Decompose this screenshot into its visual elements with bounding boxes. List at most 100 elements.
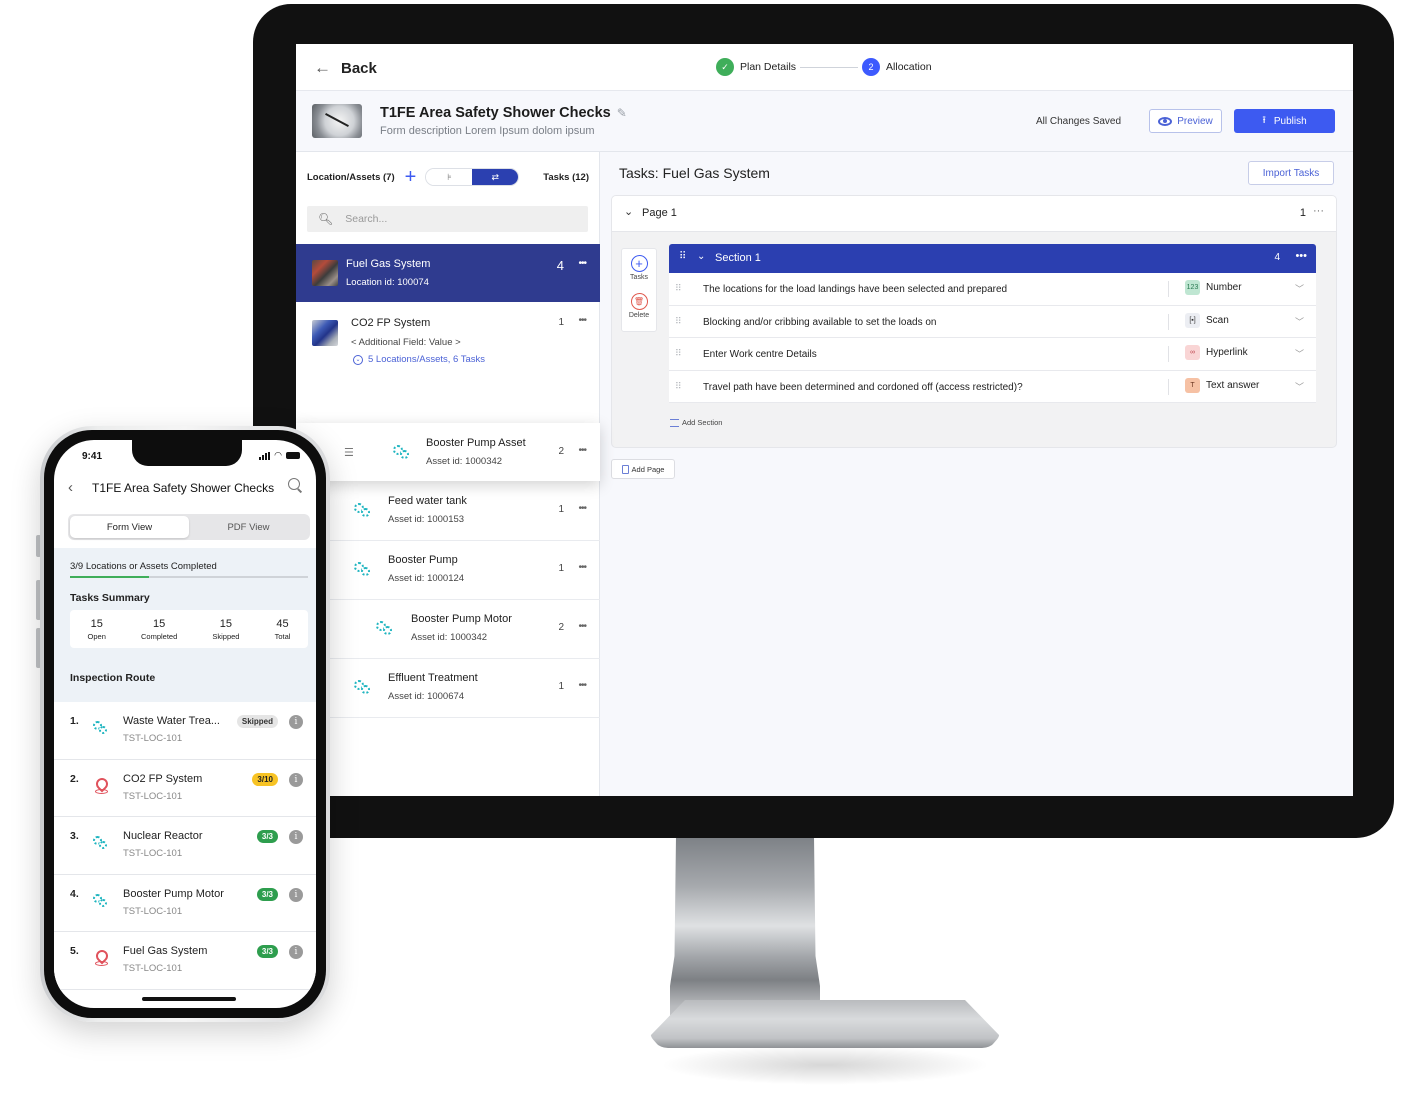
drag-grip-icon[interactable]: ⠿: [679, 251, 686, 262]
route-item[interactable]: 4. Booster Pump Motor TST-LOC-101 3/3 i: [54, 874, 316, 932]
task-text[interactable]: The locations for the load landings have…: [703, 284, 1007, 295]
stat-value: 15: [219, 617, 233, 630]
preview-button[interactable]: Preview: [1149, 109, 1222, 133]
chevron-down-icon[interactable]: ⌄: [624, 205, 633, 218]
response-type-select[interactable]: ∞ Hyperlink: [1185, 345, 1248, 360]
response-type-select[interactable]: T Text answer: [1185, 377, 1259, 393]
route-item[interactable]: 1. Waste Water Trea... TST-LOC-101 Skipped i: [54, 702, 316, 760]
expand-children-link[interactable]: ⌄ 5 Locations/Assets, 6 Tasks: [353, 354, 485, 365]
stat-value: 15: [153, 617, 166, 630]
flat-view-icon[interactable]: ⇄: [472, 169, 519, 185]
asset-item-booster-pump[interactable]: Booster Pump Asset id: 1000124 1 •••: [296, 540, 600, 599]
route-item-name: Booster Pump Motor: [123, 887, 224, 900]
asset-gear-icon: [93, 836, 107, 850]
step-number: 2: [862, 58, 881, 76]
location-item-fuel-gas-system[interactable]: Fuel Gas System Location id: 100074 4 ••…: [296, 244, 600, 302]
monitor-stand-shadow: [660, 1045, 990, 1085]
more-options-icon[interactable]: •••: [578, 621, 586, 632]
task-text[interactable]: Blocking and/or cribbing available to se…: [703, 317, 936, 328]
more-options-icon[interactable]: •••: [1295, 250, 1307, 262]
inspection-route-title: Inspection Route: [70, 672, 156, 684]
add-page-button[interactable]: Add Page: [611, 459, 675, 479]
chevron-down-icon[interactable]: ﹀: [1295, 282, 1304, 295]
page-label: Page 1: [642, 207, 677, 219]
task-row[interactable]: ⠿ Enter Work centre Details ∞ Hyperlink ﹀: [669, 338, 1316, 371]
progress-bar-fill: [70, 576, 150, 578]
arrow-left-icon: ←: [314, 58, 331, 77]
more-options-icon[interactable]: •••: [578, 445, 586, 456]
add-location-plus-icon[interactable]: +: [405, 167, 417, 187]
status-badge: 3/3: [256, 887, 278, 901]
step-plan-details[interactable]: ✓ Plan Details: [716, 58, 796, 76]
tree-view-icon[interactable]: ⊧: [426, 169, 473, 185]
chevron-left-icon[interactable]: ‹: [68, 479, 73, 496]
wifi-icon: ◠: [274, 450, 282, 460]
drag-grip-icon[interactable]: ⠿: [675, 316, 682, 327]
task-row[interactable]: ⠿ Blocking and/or cribbing available to s…: [669, 305, 1316, 338]
summary-section: 3/9 Locations or Assets Completed Tasks …: [54, 548, 316, 702]
status-time: 9:41: [82, 451, 103, 462]
more-options-icon[interactable]: •••: [578, 258, 586, 269]
response-type-select[interactable]: [▪] Scan: [1185, 312, 1229, 328]
route-item[interactable]: 2. CO2 FP System TST-LOC-101 3/10 i: [54, 759, 316, 817]
form-header: T1FE Area Safety Shower Checks ✎ Form de…: [296, 91, 1353, 152]
more-options-icon[interactable]: •••: [578, 562, 586, 573]
stat-completed: 15 Completed: [141, 618, 177, 641]
publish-button[interactable]: ⭱ Publish: [1234, 109, 1335, 133]
section-task-count: 4: [1274, 252, 1280, 263]
info-icon[interactable]: i: [289, 887, 303, 902]
dragging-asset-card[interactable]: ☰ Booster Pump Asset Asset id: 1000342 2…: [296, 423, 600, 481]
home-indicator: [142, 997, 236, 1001]
task-text[interactable]: Enter Work centre Details: [703, 349, 817, 360]
task-row[interactable]: ⠿ The locations for the load landings hav…: [669, 273, 1316, 306]
pencil-edit-icon[interactable]: ✎: [617, 106, 627, 120]
chevron-down-icon[interactable]: ⌄: [697, 251, 705, 262]
info-icon[interactable]: i: [289, 945, 303, 959]
drag-grip-icon[interactable]: ⠿: [675, 381, 682, 392]
back-button[interactable]: ← Back: [314, 58, 377, 78]
tab-form-view[interactable]: Form View: [70, 516, 189, 538]
locations-panel-header: Location/Assets (7) + ⊧ ⇄ Tasks (12): [307, 166, 589, 188]
location-pin-icon: [95, 778, 108, 794]
monitor-stand-base: [650, 1000, 1000, 1048]
tab-pdf-view[interactable]: PDF View: [189, 516, 308, 538]
more-options-icon[interactable]: •••: [578, 503, 586, 514]
add-section-button[interactable]: Add Section: [670, 418, 722, 427]
add-task-tool[interactable]: + Tasks: [622, 255, 656, 281]
route-item[interactable]: 3. Nuclear Reactor TST-LOC-101 3/3 i: [54, 817, 316, 875]
item-name: Effluent Treatment: [388, 672, 478, 684]
more-options-icon[interactable]: •••: [578, 680, 586, 691]
import-tasks-button[interactable]: Import Tasks: [1248, 161, 1334, 185]
search-input[interactable]: [345, 213, 546, 225]
asset-item-feed-water-tank[interactable]: Feed water tank Asset id: 1000153 1 •••: [296, 481, 600, 540]
chevron-down-icon[interactable]: ﹀: [1295, 315, 1304, 328]
top-bar: ← Back ✓ Plan Details 2 Allocation: [296, 44, 1353, 91]
stat-skipped: 15 Skipped: [212, 618, 239, 641]
info-icon[interactable]: i: [289, 830, 303, 844]
info-icon[interactable]: i: [289, 772, 303, 787]
route-index: 2.: [70, 772, 79, 785]
task-text[interactable]: Travel path have been determined and cor…: [703, 382, 1023, 393]
asset-item-booster-pump-motor[interactable]: Booster Pump Motor Asset id: 1000342 2 •…: [296, 599, 600, 658]
route-item[interactable]: 5. Fuel Gas System TST-LOC-101 3/3 i: [54, 932, 316, 990]
asset-item-effluent-treatment[interactable]: Effluent Treatment Asset id: 1000674 1 •…: [296, 658, 600, 717]
chevron-down-icon[interactable]: ﹀: [1295, 347, 1304, 360]
more-options-icon[interactable]: ···: [1313, 205, 1324, 217]
search-icon[interactable]: [288, 478, 304, 494]
drag-grip-icon[interactable]: ⠿: [675, 283, 682, 294]
drag-grip-icon[interactable]: ⠿: [675, 348, 682, 359]
progress-stepper: ✓ Plan Details 2 Allocation: [716, 58, 932, 76]
delete-tool[interactable]: 🗑︎ Delete: [622, 293, 656, 319]
location-item-co2-fp-system[interactable]: CO2 FP System < Additional Field: Value …: [296, 302, 600, 382]
asset-gear-icon: [376, 621, 392, 635]
drag-handle-icon[interactable]: ☰: [344, 446, 354, 459]
step-allocation[interactable]: 2 Allocation: [862, 58, 932, 76]
info-icon[interactable]: i: [289, 715, 303, 729]
task-row[interactable]: ⠿ Travel path have been determined and co…: [669, 370, 1316, 403]
response-type-select[interactable]: 123 Number: [1185, 280, 1242, 295]
response-type-icon: [▪]: [1185, 312, 1200, 328]
more-options-icon[interactable]: •••: [578, 315, 586, 326]
form-thumbnail-image: [312, 104, 362, 138]
chevron-down-icon[interactable]: ﹀: [1295, 380, 1304, 393]
section-icon: [670, 418, 679, 427]
